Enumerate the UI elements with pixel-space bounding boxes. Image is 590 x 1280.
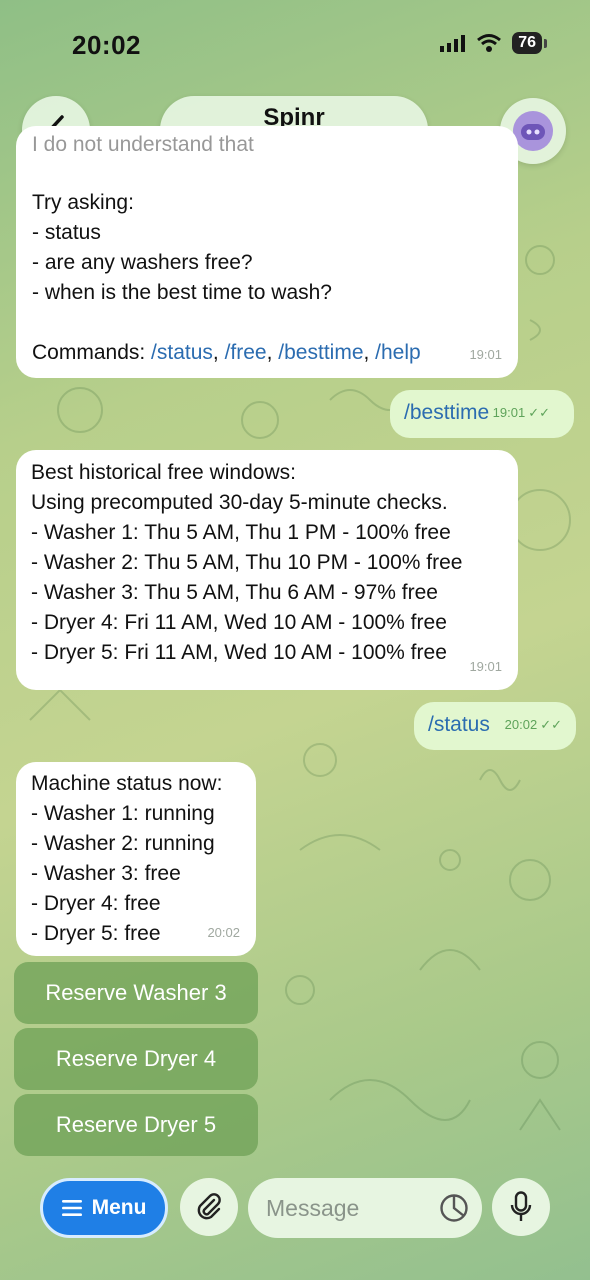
battery-indicator: 76 xyxy=(512,32,547,54)
message-line: - status xyxy=(32,221,101,244)
message-line: - Washer 2: running xyxy=(31,832,215,855)
message-line: - Washer 1: Thu 5 AM, Thu 1 PM - 100% fr… xyxy=(31,521,451,544)
status-icons: 76 xyxy=(440,32,547,54)
status-bar: 20:02 76 xyxy=(0,0,590,88)
message-line: - Dryer 5: Fri 11 AM, Wed 10 AM - 100% f… xyxy=(31,641,447,664)
message-line: - Dryer 4: Fri 11 AM, Wed 10 AM - 100% f… xyxy=(31,611,447,634)
message-line: - Dryer 5: free xyxy=(31,922,161,945)
message-time: 20:02 ✓✓ xyxy=(504,717,562,732)
message-besttime-command: /besttime 19:01 ✓✓ xyxy=(390,390,574,438)
command-link-besttime-sent[interactable]: /besttime xyxy=(404,398,489,428)
message-status-command: /status 20:02 ✓✓ xyxy=(414,702,576,750)
message-time: 19:01 xyxy=(469,659,502,674)
command-link-free[interactable]: /free xyxy=(225,341,267,364)
message-line: - are any washers free? xyxy=(32,251,253,274)
commands-line: Commands: /status, /free, /besttime, /he… xyxy=(32,341,421,364)
reserve-washer-3-button[interactable]: Reserve Washer 3 xyxy=(14,962,258,1024)
cellular-signal-icon xyxy=(440,35,466,52)
message-line: - Dryer 4: free xyxy=(31,892,161,915)
message-line: - Washer 1: running xyxy=(31,802,215,825)
command-link-status[interactable]: /status xyxy=(151,341,213,364)
paperclip-icon xyxy=(197,1193,221,1220)
message-time: 19:01 ✓✓ xyxy=(492,405,550,420)
message-line: Try asking: xyxy=(32,191,134,214)
message-line xyxy=(32,308,421,338)
wifi-icon xyxy=(477,34,502,52)
message-partial-line: I do not understand that xyxy=(32,133,254,156)
reserve-dryer-5-button[interactable]: Reserve Dryer 5 xyxy=(14,1094,258,1156)
message-line: - Washer 2: Thu 5 AM, Thu 10 PM - 100% f… xyxy=(31,551,463,574)
status-time: 20:02 xyxy=(72,30,141,60)
message-besttime-reply: Best historical free windows: Using prec… xyxy=(16,450,518,690)
hamburger-icon xyxy=(61,1200,82,1216)
microphone-icon xyxy=(510,1191,532,1221)
read-checks-icon: ✓✓ xyxy=(540,717,562,732)
message-line: - Washer 3: free xyxy=(31,862,181,885)
command-link-status-sent[interactable]: /status xyxy=(428,710,490,740)
read-checks-icon: ✓✓ xyxy=(528,405,550,420)
menu-button[interactable]: Menu xyxy=(40,1178,168,1238)
message-line: - when is the best time to wash? xyxy=(32,281,332,304)
reserve-dryer-4-button[interactable]: Reserve Dryer 4 xyxy=(14,1028,258,1090)
menu-label: Menu xyxy=(91,1196,147,1219)
microphone-button[interactable] xyxy=(492,1178,550,1236)
message-input[interactable] xyxy=(266,1178,436,1238)
message-time: 19:01 xyxy=(469,347,502,362)
message-time: 20:02 xyxy=(207,925,240,940)
command-link-help[interactable]: /help xyxy=(375,341,421,364)
bot-face-icon xyxy=(513,111,553,151)
message-line: Best historical free windows: xyxy=(31,461,296,484)
message-line: Machine status now: xyxy=(31,772,223,795)
message-line: Using precomputed 30-day 5-minute checks… xyxy=(31,491,448,514)
message-line: - Washer 3: Thu 5 AM, Thu 6 AM - 97% fre… xyxy=(31,581,438,604)
message-status-reply: Machine status now: - Washer 1: running … xyxy=(16,762,256,956)
message-help: I do not understand that Try asking: - s… xyxy=(16,126,518,378)
commands-label: Commands: xyxy=(32,341,152,364)
attach-button[interactable] xyxy=(180,1178,238,1236)
sticker-icon[interactable] xyxy=(438,1192,470,1224)
command-link-besttime[interactable]: /besttime xyxy=(278,341,363,364)
message-input-container xyxy=(248,1178,482,1238)
